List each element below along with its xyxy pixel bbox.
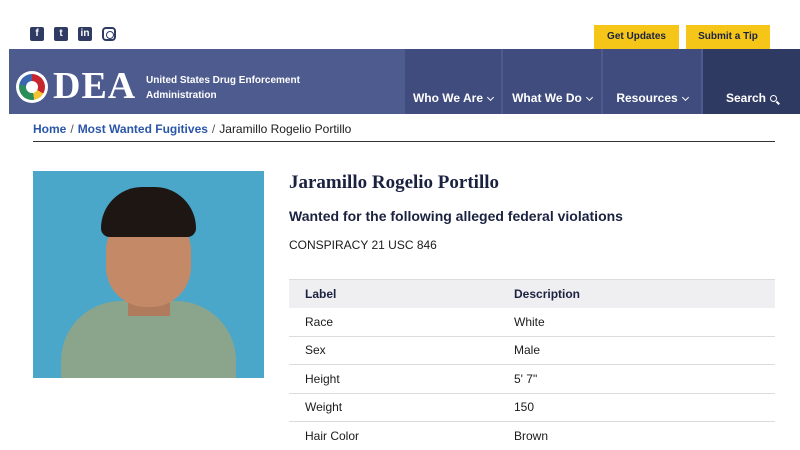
row-value: 5' 7" <box>514 371 538 386</box>
linkedin-icon[interactable]: in <box>78 27 92 41</box>
agency-name: United States Drug Enforcement Administr… <box>146 75 300 101</box>
instagram-icon[interactable] <box>102 27 116 41</box>
dea-seal-icon[interactable] <box>16 71 48 103</box>
divider <box>33 141 775 142</box>
get-updates-button[interactable]: Get Updates <box>594 25 679 49</box>
nav-what-we-do[interactable]: What We Do <box>503 49 601 114</box>
row-label: Weight <box>305 400 343 415</box>
table-row: Hair Color Brown <box>289 422 775 450</box>
breadcrumb-separator: / <box>70 122 74 136</box>
nav-search[interactable]: Search <box>703 49 800 114</box>
chevron-down-icon <box>681 93 689 102</box>
social-links: f t in <box>30 27 116 41</box>
row-value: White <box>514 314 545 329</box>
site-header: DEA United States Drug Enforcement Admin… <box>9 49 800 114</box>
breadcrumb-separator: / <box>211 122 216 136</box>
nav-resources[interactable]: Resources <box>603 49 701 114</box>
charge-text: CONSPIRACY 21 USC 846 <box>289 238 437 252</box>
row-value: Brown <box>514 428 549 443</box>
table-row: Race White <box>289 308 775 337</box>
fugitive-photo <box>33 171 264 378</box>
dea-wordmark[interactable]: DEA <box>53 66 136 106</box>
table-row: Sex Male <box>289 337 775 365</box>
twitter-icon[interactable]: t <box>54 27 68 41</box>
description-table: Label Description Race White Sex Male He… <box>289 279 775 450</box>
chevron-down-icon <box>585 93 593 102</box>
nav-label: Resources <box>616 91 678 105</box>
table-header: Label Description <box>289 279 775 308</box>
breadcrumb-current: Jaramillo Rogelio Portillo <box>219 122 352 136</box>
nav-who-we-are[interactable]: Who We Are <box>405 49 501 114</box>
breadcrumb-home-link[interactable]: Home <box>33 122 66 136</box>
nav-label: Search <box>725 91 767 105</box>
row-label: Sex <box>305 343 326 358</box>
column-header-label: Label <box>305 287 337 301</box>
row-label: Race <box>305 314 334 329</box>
column-header-description: Description <box>514 287 581 301</box>
chevron-down-icon <box>486 93 495 102</box>
breadcrumb: Home / Most Wanted Fugitives / Jaramillo Rog… <box>33 121 351 137</box>
fugitive-name: Jaramillo Rogelio Portillo <box>289 172 500 193</box>
row-label: Height <box>305 371 340 386</box>
breadcrumb-section-link[interactable]: Most Wanted Fugitives <box>78 122 208 136</box>
row-value: 150 <box>514 400 535 415</box>
row-value: Male <box>514 343 541 358</box>
table-row: Weight 150 <box>289 394 775 422</box>
nav-label: What We Do <box>512 91 582 105</box>
row-label: Hair Color <box>305 428 360 443</box>
table-row: Height 5' 7" <box>289 365 775 394</box>
nav-label: Who We Are <box>412 91 483 105</box>
submit-tip-button[interactable]: Submit a Tip <box>686 25 770 49</box>
search-icon <box>770 95 778 102</box>
violations-heading: Wanted for the following alleged federal… <box>289 208 623 224</box>
facebook-icon[interactable]: f <box>30 27 44 41</box>
